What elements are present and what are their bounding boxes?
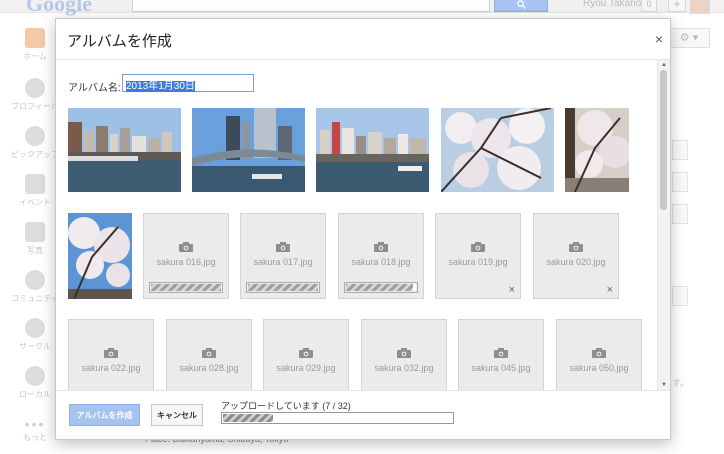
local-icon — [25, 366, 45, 386]
upload-tile[interactable]: sakura 029.jpg — [263, 319, 349, 390]
photo-image — [68, 108, 181, 192]
photo-image — [565, 108, 629, 192]
remove-file-icon[interactable]: × — [607, 284, 613, 296]
scroll-up-icon[interactable]: ▲ — [661, 62, 667, 68]
create-album-button[interactable]: アルバムを作成 — [69, 404, 140, 426]
cancel-button[interactable]: キャンセル — [151, 404, 203, 426]
photo-thumbnail[interactable] — [316, 108, 429, 192]
file-name: sakura 016.jpg — [156, 257, 216, 267]
search-button[interactable] — [494, 0, 548, 12]
upload-tile[interactable]: sakura 050.jpg — [556, 319, 642, 390]
file-progress-bar — [344, 282, 418, 293]
background-text: す。 — [672, 378, 690, 388]
camera-icon — [374, 242, 388, 252]
photo-thumbnail[interactable] — [192, 108, 305, 192]
explore-icon — [25, 126, 45, 146]
background-panel — [672, 286, 688, 306]
upload-tile[interactable]: sakura 020.jpg × — [533, 213, 619, 299]
background-panel — [672, 172, 688, 192]
file-progress-bar — [149, 282, 223, 293]
camera-icon — [569, 242, 583, 252]
dialog-footer: アルバムを作成 キャンセル アップロードしています (7 / 32) — [56, 390, 670, 439]
google-plus-logo[interactable]: Google+ — [26, 0, 100, 17]
profile-icon — [25, 78, 45, 98]
upload-progress-fill — [223, 414, 274, 422]
events-icon — [25, 174, 45, 194]
photo-thumbnail[interactable] — [441, 108, 554, 192]
file-name: sakura 028.jpg — [179, 363, 239, 373]
remove-file-icon[interactable]: × — [509, 284, 515, 296]
file-progress-bar — [246, 282, 320, 293]
share-button[interactable]: + — [668, 0, 686, 12]
album-name-field[interactable]: 2013年1月30日 — [122, 74, 254, 92]
file-name: sakura 017.jpg — [253, 257, 313, 267]
settings-menu[interactable]: ⚙ ▾ — [668, 28, 710, 48]
file-name: sakura 032.jpg — [374, 363, 434, 373]
file-name: sakura 019.jpg — [448, 257, 508, 267]
camera-icon — [276, 242, 290, 252]
dialog-scrollbar[interactable]: ▲ ▼ — [657, 60, 670, 390]
close-icon[interactable]: × — [655, 31, 663, 47]
scroll-down-icon[interactable]: ▼ — [661, 382, 667, 388]
background-panel — [672, 140, 688, 160]
dialog-header: アルバムを作成 × — [56, 19, 670, 60]
background-panel — [672, 204, 688, 224]
camera-icon — [202, 348, 216, 358]
photos-icon — [25, 222, 45, 242]
upload-tile[interactable]: sakura 019.jpg × — [435, 213, 521, 299]
photo-thumbnail[interactable] — [68, 108, 181, 192]
camera-icon — [471, 242, 485, 252]
file-name: sakura 050.jpg — [569, 363, 629, 373]
user-name[interactable]: Ryou Takano — [583, 0, 641, 9]
upload-tile[interactable]: sakura 032.jpg — [361, 319, 447, 390]
gear-icon: ⚙ — [679, 32, 690, 44]
camera-icon — [494, 348, 508, 358]
upload-progress-bar — [221, 412, 454, 424]
file-name: sakura 029.jpg — [276, 363, 336, 373]
home-icon — [25, 28, 45, 48]
camera-icon — [299, 348, 313, 358]
album-name-label: アルバム名: — [68, 83, 121, 94]
create-album-dialog: アルバムを作成 × アルバム名: 2013年1月30日 sakura 016.j… — [55, 18, 671, 440]
photo-image — [316, 108, 429, 192]
communities-icon — [25, 270, 45, 290]
dialog-title: アルバムを作成 — [67, 33, 172, 50]
upload-tile[interactable]: sakura 045.jpg — [458, 319, 544, 390]
camera-icon — [592, 348, 606, 358]
photo-thumbnail[interactable] — [68, 213, 132, 299]
photo-image — [192, 108, 305, 192]
camera-icon — [104, 348, 118, 358]
upload-tile[interactable]: sakura 016.jpg — [143, 213, 229, 299]
camera-icon — [179, 242, 193, 252]
photo-thumbnail[interactable] — [565, 108, 629, 192]
upload-tile[interactable]: sakura 018.jpg — [338, 213, 424, 299]
search-input[interactable] — [132, 0, 490, 12]
upload-tile[interactable]: sakura 022.jpg — [68, 319, 154, 390]
file-name: sakura 045.jpg — [471, 363, 531, 373]
avatar[interactable] — [690, 0, 710, 14]
notification-count[interactable]: 0 — [641, 0, 657, 12]
scroll-thumb[interactable] — [660, 70, 667, 210]
dialog-body: アルバム名: 2013年1月30日 sakura 016.jpg sakura … — [56, 60, 670, 390]
search-icon — [516, 0, 526, 9]
file-name: sakura 022.jpg — [81, 363, 141, 373]
photo-image — [441, 108, 554, 192]
camera-icon — [397, 348, 411, 358]
upload-tile[interactable]: sakura 028.jpg — [166, 319, 252, 390]
file-name: sakura 020.jpg — [546, 257, 606, 267]
upload-status-text: アップロードしています (7 / 32) — [221, 401, 351, 411]
photo-image — [68, 213, 132, 299]
circles-icon — [25, 318, 45, 338]
file-name: sakura 018.jpg — [351, 257, 411, 267]
upload-tile[interactable]: sakura 017.jpg — [240, 213, 326, 299]
